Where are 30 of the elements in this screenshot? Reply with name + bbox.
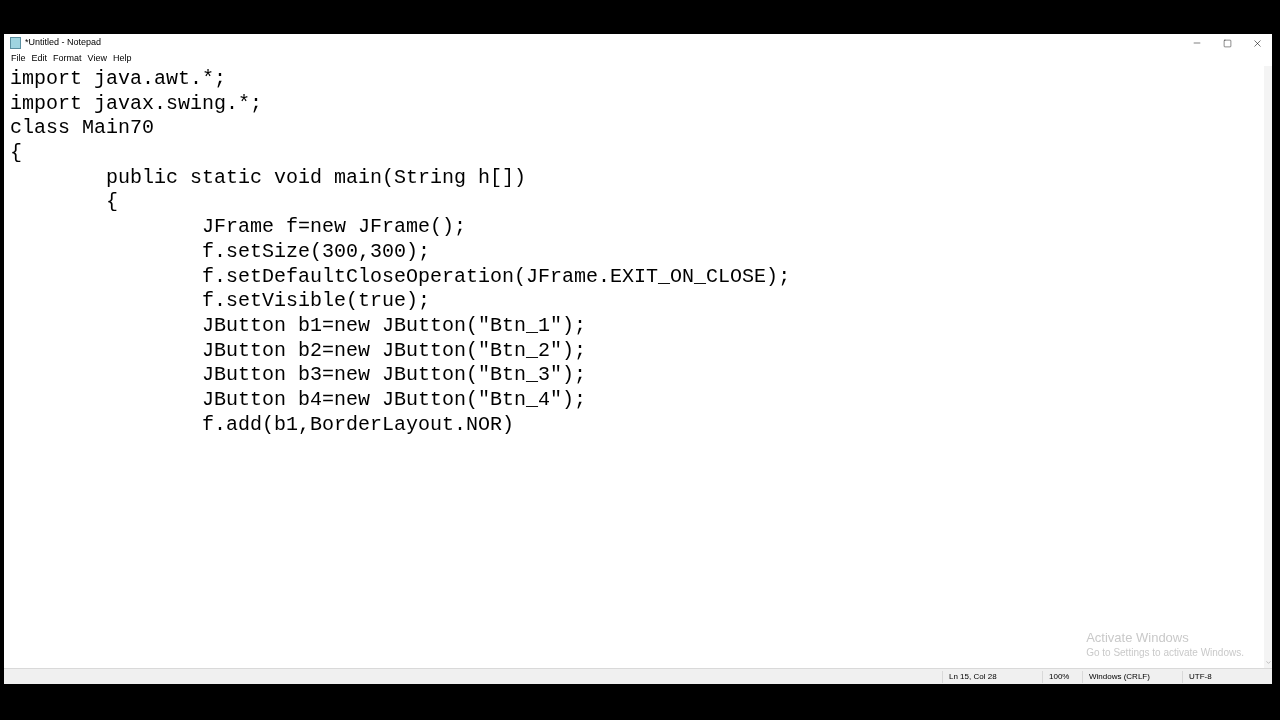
code-line: class Main70 <box>10 116 155 142</box>
status-text: Windows (CRLF) <box>1082 670 1182 683</box>
code-line: f.add(b1,BorderLayout.NOR) <box>201 412 515 438</box>
code-line: JButton b2=new JButton("Btn_2"); <box>201 338 587 364</box>
code-line: JButton b4=new JButton("Btn_4"); <box>201 387 587 413</box>
code-line: { <box>10 141 22 166</box>
menu-item[interactable]: Format <box>51 52 84 66</box>
status-text: Ln 15, Col 28 <box>942 670 1042 683</box>
menu-item[interactable]: Edit <box>29 52 50 66</box>
code-line: JFrame f=new JFrame(); <box>201 215 467 240</box>
scroll-bar[interactable] <box>1264 66 1272 668</box>
code-line: import java.awt.*; <box>10 67 227 92</box>
menu-item[interactable]: File <box>9 52 28 66</box>
notepad-icon <box>10 37 21 49</box>
close-icon <box>1251 37 1263 49</box>
window-title: *Untitled - Notepad <box>25 36 102 50</box>
code-line: f.setDefaultCloseOperation(JFrame.EXIT_ON_CLOSE); <box>201 264 791 290</box>
menu-item[interactable]: Help <box>110 52 134 66</box>
code-line: public static void main(String h[]) <box>105 165 527 191</box>
maximize-icon <box>1222 38 1232 48</box>
scroll-down-icon[interactable] <box>1264 659 1272 666</box>
code-line: f.setVisible(true); <box>201 289 431 314</box>
code-line: f.setSize(300,300); <box>201 239 431 265</box>
code-line: JButton b1=new JButton("Btn_1"); <box>201 313 587 339</box>
code-line: JButton b3=new JButton("Btn_3"); <box>201 363 587 388</box>
code-line: { <box>105 190 119 216</box>
status-text: UTF-8 <box>1182 670 1242 683</box>
status-text: 100% <box>1042 670 1082 683</box>
menu-item[interactable]: View <box>85 52 109 66</box>
code-line: import javax.swing.*; <box>10 91 263 117</box>
